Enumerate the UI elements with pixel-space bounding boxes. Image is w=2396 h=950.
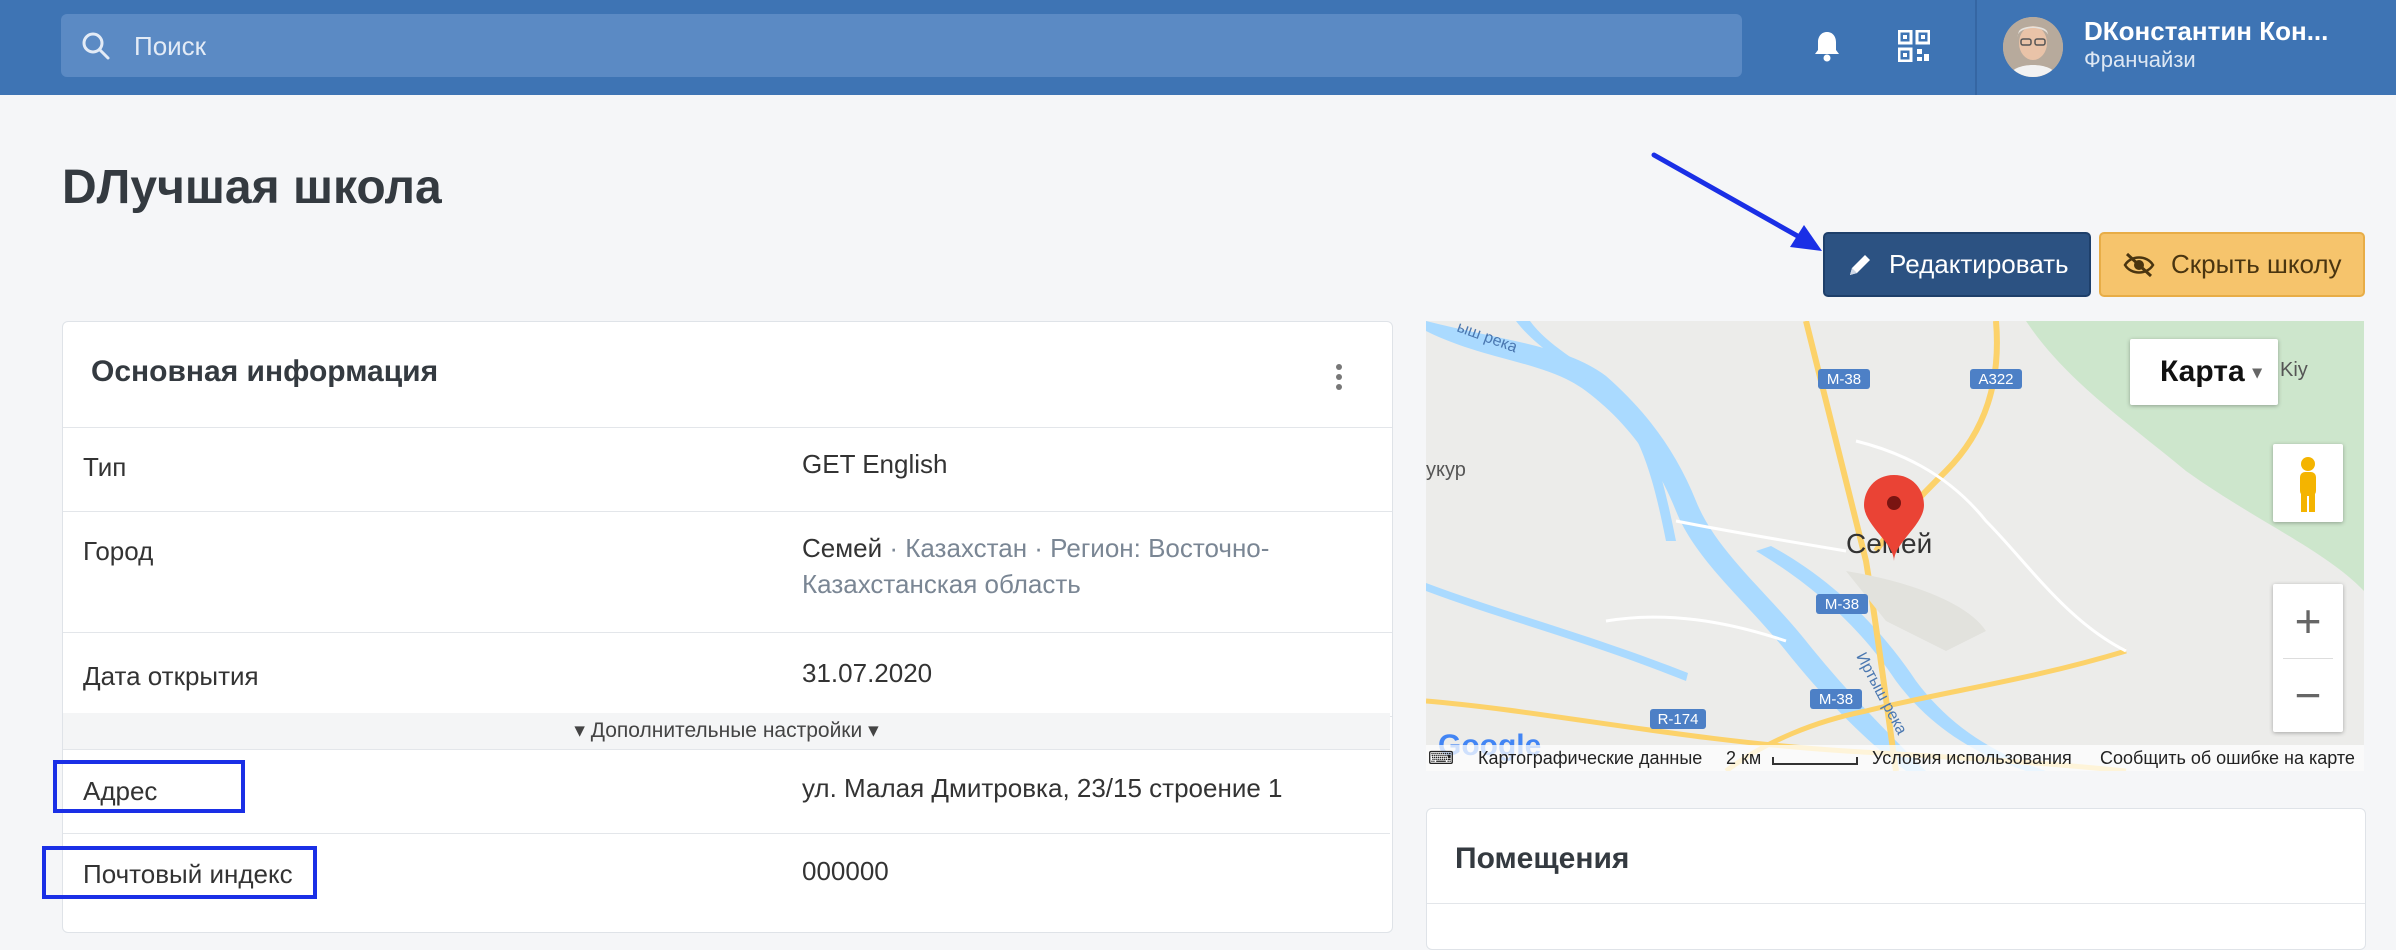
extra-settings-toggle[interactable]: ▾ Дополнительные настройки ▾	[63, 713, 1390, 750]
map-type-dropdown[interactable]: Карта ▾	[2130, 339, 2278, 405]
map-footer: ⌨ Картографические данные 2 км Условия и…	[1426, 745, 2364, 771]
user-divider	[1975, 0, 1977, 95]
caret-down-icon: ▾	[2252, 361, 2262, 382]
map-data-link[interactable]: Картографические данные	[1478, 748, 1702, 769]
row-value: 31.07.2020	[802, 658, 933, 688]
annotation-arrow-icon	[1651, 152, 1822, 251]
edit-button-label: Редактировать	[1889, 249, 2069, 279]
map-scale: 2 км	[1726, 748, 1762, 768]
caret-down-icon: ▾	[574, 719, 585, 742]
card-title: Основная информация	[91, 355, 439, 388]
map-region-label: Kiy	[2280, 359, 2308, 381]
map-place-label: укур	[1426, 459, 1466, 481]
qr-code-icon[interactable]	[1898, 30, 1930, 62]
street-view-pegman-icon[interactable]	[2273, 444, 2343, 522]
hide-school-button-label: Скрыть школу	[2171, 249, 2342, 279]
rooms-card: Помещения	[1426, 808, 2366, 950]
search-placeholder: Поиск	[134, 31, 207, 61]
map-type-label: Карта	[2160, 355, 2245, 388]
extra-settings-label: Дополнительные настройки	[590, 719, 863, 742]
road-label: R-174	[1658, 711, 1699, 728]
pencil-icon	[1850, 254, 1870, 275]
zoom-out-button[interactable]: −	[2273, 658, 2343, 732]
rooms-card-title: Помещения	[1455, 842, 1630, 875]
avatar[interactable]	[2003, 17, 2063, 77]
search-icon	[82, 32, 110, 60]
user-role: Франчайзи	[2084, 47, 2196, 72]
annotation-box-address	[53, 760, 245, 813]
row-value: ул. Малая Дмитровка, 23/15 строение 1	[802, 773, 1283, 803]
info-row-type: Тип GET English	[63, 428, 1392, 512]
card-header: Основная информация	[63, 322, 1392, 428]
bell-icon[interactable]	[1813, 30, 1841, 62]
report-error-link[interactable]: Сообщить об ошибке на карте	[2100, 748, 2355, 769]
info-row-address: Адрес ул. Малая Дмитровка, 23/15 строени…	[63, 750, 1390, 834]
map[interactable]: M-38 A322 M-38 M-38 R-174 укур Семей Ирт…	[1426, 321, 2364, 771]
row-label: Тип	[83, 452, 127, 482]
kebab-menu-icon[interactable]	[1333, 362, 1345, 392]
row-value: 000000	[802, 856, 889, 886]
info-row-city: Город Семей · Казахстан · Регион: Восточ…	[63, 512, 1392, 633]
road-label: M-38	[1825, 596, 1859, 613]
terms-link[interactable]: Условия использования	[1872, 748, 2072, 769]
keyboard-icon[interactable]: ⌨	[1428, 748, 1454, 769]
page-title: DЛучшая школа	[62, 161, 442, 214]
hide-school-button[interactable]: Скрыть школу	[2099, 232, 2365, 297]
card-divider	[1427, 903, 2365, 904]
row-value: GET English	[802, 449, 948, 479]
caret-down-icon: ▾	[868, 719, 879, 742]
edit-button[interactable]: Редактировать	[1823, 232, 2091, 297]
search-input[interactable]: Поиск	[61, 14, 1742, 77]
city-value: Семей	[802, 533, 883, 563]
user-name[interactable]: DКонстантин Кон...	[2084, 16, 2328, 47]
road-label: M-38	[1827, 371, 1861, 388]
row-label: Город	[83, 536, 154, 566]
row-label: Дата открытия	[83, 661, 259, 691]
zoom-in-button[interactable]: +	[2273, 584, 2343, 658]
eye-slash-icon	[2123, 252, 2155, 277]
road-label: A322	[1978, 371, 2013, 388]
info-row-opening-date: Дата открытия 31.07.2020	[63, 633, 1392, 717]
zoom-controls: + −	[2273, 584, 2343, 732]
road-label: M-38	[1819, 691, 1853, 708]
scale-bar	[1772, 757, 1858, 765]
top-bar: Поиск DКонстантин Кон... Франчайзи	[0, 0, 2396, 95]
row-value: Семей · Казахстан · Регион: Восточно-Каз…	[802, 530, 1342, 602]
annotation-box-postal	[42, 846, 317, 899]
